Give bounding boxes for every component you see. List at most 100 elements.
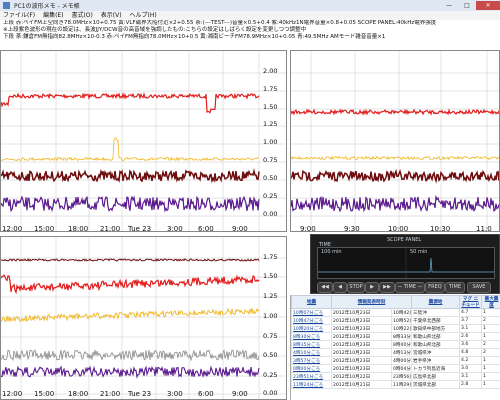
menu-file[interactable]: ファイル(F) [3, 12, 35, 19]
header-occurrence[interactable]: 地震 [291, 295, 332, 309]
y-tick: 0.50 [263, 174, 278, 182]
chart-top-left [0, 50, 287, 232]
memo-text-area[interactable]: 上段 赤:ペイFM上空向き78.0MHz×10+0.75 黄:VLF磁界大船付近… [0, 20, 500, 49]
table-cell: 2012年10月23日 [331, 356, 392, 365]
y-tick: 0.25 [263, 192, 278, 200]
header-announce-time[interactable]: 情報発表時刻 [330, 295, 413, 309]
header-magnitude[interactable]: マグ ニチュード [459, 295, 483, 309]
menu-view[interactable]: 表示(V) [101, 12, 122, 19]
quake-time-link[interactable]: 8時35分ごろ [291, 340, 332, 349]
scope-play-button[interactable]: ▶ [365, 282, 379, 293]
quake-time-link[interactable]: 10時07分ごろ [291, 308, 332, 317]
header-max-intensity[interactable]: 最大震度 [481, 295, 500, 309]
yellow-trace [291, 155, 499, 161]
quake-time-link[interactable]: 10時20分ごろ [291, 324, 332, 333]
scope-time-knob[interactable]: — TIME — [395, 282, 425, 293]
table-cell: 11時29分 [390, 380, 413, 389]
yellow-trace [1, 137, 260, 162]
table-cell: 2012年10月23日 [331, 332, 392, 341]
table-row: 8時30分ごろ 2012年10月23日 8時33分 和歌山県北部 2.6 1 [291, 332, 500, 341]
scope-save-button[interactable]: SAVE [467, 282, 491, 293]
scope-back-button[interactable]: ◀ [333, 282, 347, 293]
yellow-trace [1, 307, 260, 323]
x-tick: 9:00 [300, 225, 316, 233]
table-cell: 2012年10月23日 [331, 308, 392, 317]
chart-top-left-plot [1, 51, 286, 231]
table-cell: 2012年10月23日 [331, 340, 392, 349]
memo-line: ※上段紫色波形の現在の設定は、長波JJY/DCW音の高音域を強調したもの:こちら… [3, 27, 307, 33]
table-cell: 8時33分 [390, 332, 413, 341]
table-cell: 2.8 [459, 380, 483, 389]
quake-time-link[interactable]: 8時30分ごろ [291, 332, 332, 341]
table-cell: 和歌山県北部 [411, 332, 461, 341]
table-cell: 歌知県中部地方 [411, 324, 461, 333]
table-cell: 2 [481, 348, 500, 357]
scope-forward-button[interactable]: ▶▶ [379, 282, 395, 293]
x-tick: 15:00 [34, 390, 55, 398]
x-tick: Tue 23 [128, 390, 152, 398]
chart-bottom-left [0, 236, 287, 400]
y-tick: 1.00 [263, 312, 278, 320]
menu-bar: ファイル(F) 編集(E) 書式(O) 表示(V) ヘルプ(H) [0, 11, 500, 20]
x-tick: 15:00 [34, 225, 55, 233]
x-tick: 6:00 [198, 225, 214, 233]
table-cell: 宮城県沖 [411, 348, 461, 357]
scope-trace [318, 248, 494, 278]
maximize-button[interactable]: □ [458, 1, 476, 10]
x-tick: 21:00 [100, 390, 121, 398]
table-cell: 三陸沖 [411, 308, 461, 317]
x-tick: 12:00 [2, 390, 23, 398]
menu-help[interactable]: ヘルプ(H) [130, 12, 157, 19]
x-tick: 18:00 [68, 225, 89, 233]
x-tick: 6:00 [198, 390, 214, 398]
table-cell: トカラ列島近海 [411, 364, 461, 373]
table-row: 11時24分ごろ2012年10月21日11時29分茨城県北部2.81 [291, 380, 500, 389]
table-cell: 2012年10月23日 [331, 324, 392, 333]
scope-panel: SCOPE PANEL TIME 100 min 50 min ◀◀ ◀ STO… [310, 234, 500, 294]
quake-time-link[interactable]: 11時24分ごろ [291, 380, 332, 389]
memo-line: 下段 茶:鎌倉FM無指向82.8MHz×10-0.3 赤:ペイFM無指向78.0… [3, 34, 386, 40]
y-tick: 1.75 [263, 253, 278, 261]
x-tick: 21:00 [100, 225, 121, 233]
x-tick: 18:00 [68, 390, 89, 398]
minimize-button[interactable]: — [440, 1, 458, 10]
menu-edit[interactable]: 編集(E) [43, 12, 63, 19]
y-tick: 0.75 [263, 156, 278, 164]
quake-time-link[interactable]: 10時47分ごろ [291, 316, 332, 325]
y-tick: 1.25 [263, 292, 278, 300]
scope-screen: 100 min 50 min [317, 247, 495, 279]
close-button[interactable]: ✕ [476, 1, 500, 10]
y-axis-lower: 1.75 1.50 1.25 1.00 0.75 0.50 0.25 0.00 [260, 236, 290, 397]
scope-title: SCOPE PANEL [387, 237, 422, 243]
header-epicenter[interactable]: 震源地 [411, 295, 461, 309]
table-cell: 4時00分 [390, 356, 413, 365]
table-cell: 1 [481, 364, 500, 373]
quake-time-link[interactable]: 0時00分ごろ [291, 364, 332, 373]
scope-freq-button[interactable]: FREQ [425, 282, 445, 293]
y-tick: 2.00 [263, 67, 278, 75]
quake-time-link[interactable]: 4時10分ごろ [291, 348, 332, 357]
earthquake-table: 地震 情報発表時刻 震源地 マグ ニチュード 最大震度 10時07分ごろ 2012… [290, 295, 500, 400]
table-cell: 4.2 [459, 356, 483, 365]
scope-rewind-button[interactable]: ◀◀ [317, 282, 333, 293]
scope-stop-button[interactable]: STOP [347, 282, 365, 293]
scope-timebtn-button[interactable]: TIME [445, 282, 465, 293]
table-cell: 1 [481, 372, 500, 381]
table-row: 23時51分ごろ2012年10月22日23時56分広島県北部3.11 [291, 372, 500, 381]
table-cell: 2012年10月22日 [331, 372, 392, 381]
quake-time-link[interactable]: 23時51分ごろ [291, 372, 332, 381]
x-tick: 3:00 [167, 225, 183, 233]
x-tick: 10:30 [430, 225, 451, 233]
table-row: 10時07分ごろ2012年10月23日10時42分三陸沖4.71 [291, 308, 500, 317]
y-tick: 0.25 [263, 371, 278, 379]
table-cell: 0時04分 [390, 364, 413, 373]
table-cell: 千葉県北西部 [411, 316, 461, 325]
table-row: 0時00分ごろ 2012年10月23日 0時04分 トカラ列島近海 3.0 1 [291, 364, 500, 373]
table-cell: 2012年10月21日 [331, 380, 392, 389]
x-axis-bottom-left: 12:00 15:00 18:00 21:00 Tue 23 3:00 6:00… [0, 390, 287, 400]
menu-format[interactable]: 書式(O) [71, 12, 92, 19]
quake-time-link[interactable]: 3時57分ごろ [291, 356, 332, 365]
y-tick: 0.00 [263, 210, 278, 218]
chart-top-right-plot [291, 51, 499, 231]
y-tick: 1.75 [263, 85, 278, 93]
